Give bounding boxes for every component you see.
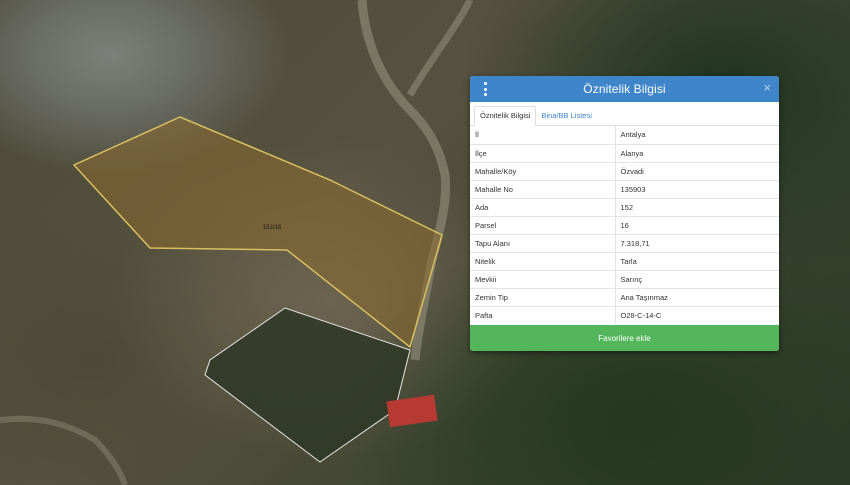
row-key: Zemin Tip xyxy=(470,288,616,307)
row-key: Parsel xyxy=(470,216,616,235)
panel-header: Öznitelik Bilgisi × xyxy=(470,76,779,102)
attribute-info-panel: Öznitelik Bilgisi × Öznitelik Bilgisi Bi… xyxy=(470,76,779,351)
row-key: İlçe xyxy=(470,144,616,163)
table-row: Mahalle No 135903 xyxy=(470,180,779,199)
row-key: Tapu Alanı xyxy=(470,234,616,253)
table-row: Pafta O28-C-14-C xyxy=(470,306,779,324)
row-value: 135903 xyxy=(615,180,779,199)
row-value: Antalya xyxy=(615,126,779,145)
table-row: Parsel 16 xyxy=(470,216,779,235)
panel-title: Öznitelik Bilgisi xyxy=(583,82,666,96)
row-key: Ada xyxy=(470,198,616,217)
row-value: Özvadi xyxy=(615,162,779,181)
row-value: Tarla xyxy=(615,252,779,271)
dirt-road-branch xyxy=(406,0,474,97)
table-row: Ada 152 xyxy=(470,198,779,217)
vertical-dots-icon[interactable] xyxy=(479,82,491,96)
selected-parcel-polygon[interactable] xyxy=(72,116,443,349)
orchard-parcel xyxy=(204,307,411,463)
row-key: Mevkii xyxy=(470,270,616,289)
row-key: Mahalle/Köy xyxy=(470,162,616,181)
row-value: O28-C-14-C xyxy=(620,310,662,320)
table-row: Mevkii Sarınç xyxy=(470,270,779,289)
row-value: Alanya xyxy=(615,144,779,163)
row-value: Sarınç xyxy=(615,270,779,289)
table-row: Mahalle/Köy Özvadi xyxy=(470,162,779,181)
row-value: 16 xyxy=(615,216,779,235)
row-key: İl xyxy=(470,126,616,145)
table-row: Zemin Tip Ana Taşınmaz xyxy=(470,288,779,307)
row-value: 152 xyxy=(615,198,779,217)
table-row: Tapu Alanı 7.318,71 xyxy=(470,234,779,253)
tab-building-list[interactable]: Bina/BB Listesi xyxy=(536,107,596,125)
row-key: Pafta xyxy=(470,306,616,324)
row-key: Nitelik xyxy=(470,252,616,271)
add-to-favorites-button[interactable]: Favorilere ekle xyxy=(470,325,779,351)
table-row: İlçe Alanya xyxy=(470,144,779,163)
tab-attribute-info[interactable]: Öznitelik Bilgisi xyxy=(474,106,537,126)
row-value: 7.318,71 xyxy=(615,234,779,253)
panel-tabs: Öznitelik Bilgisi Bina/BB Listesi xyxy=(470,104,779,126)
row-key: Mahalle No xyxy=(470,180,616,199)
dirt-road-south xyxy=(0,415,128,485)
close-icon[interactable]: × xyxy=(763,81,771,95)
table-row: İl Antalya xyxy=(470,126,779,145)
attribute-table: İl Antalya İlçe Alanya Mahalle/Köy Özvad… xyxy=(470,126,779,324)
table-row: Nitelik Tarla xyxy=(470,252,779,271)
row-value: Ana Taşınmaz xyxy=(615,288,779,307)
parcel-label: 152/16 xyxy=(263,225,282,231)
